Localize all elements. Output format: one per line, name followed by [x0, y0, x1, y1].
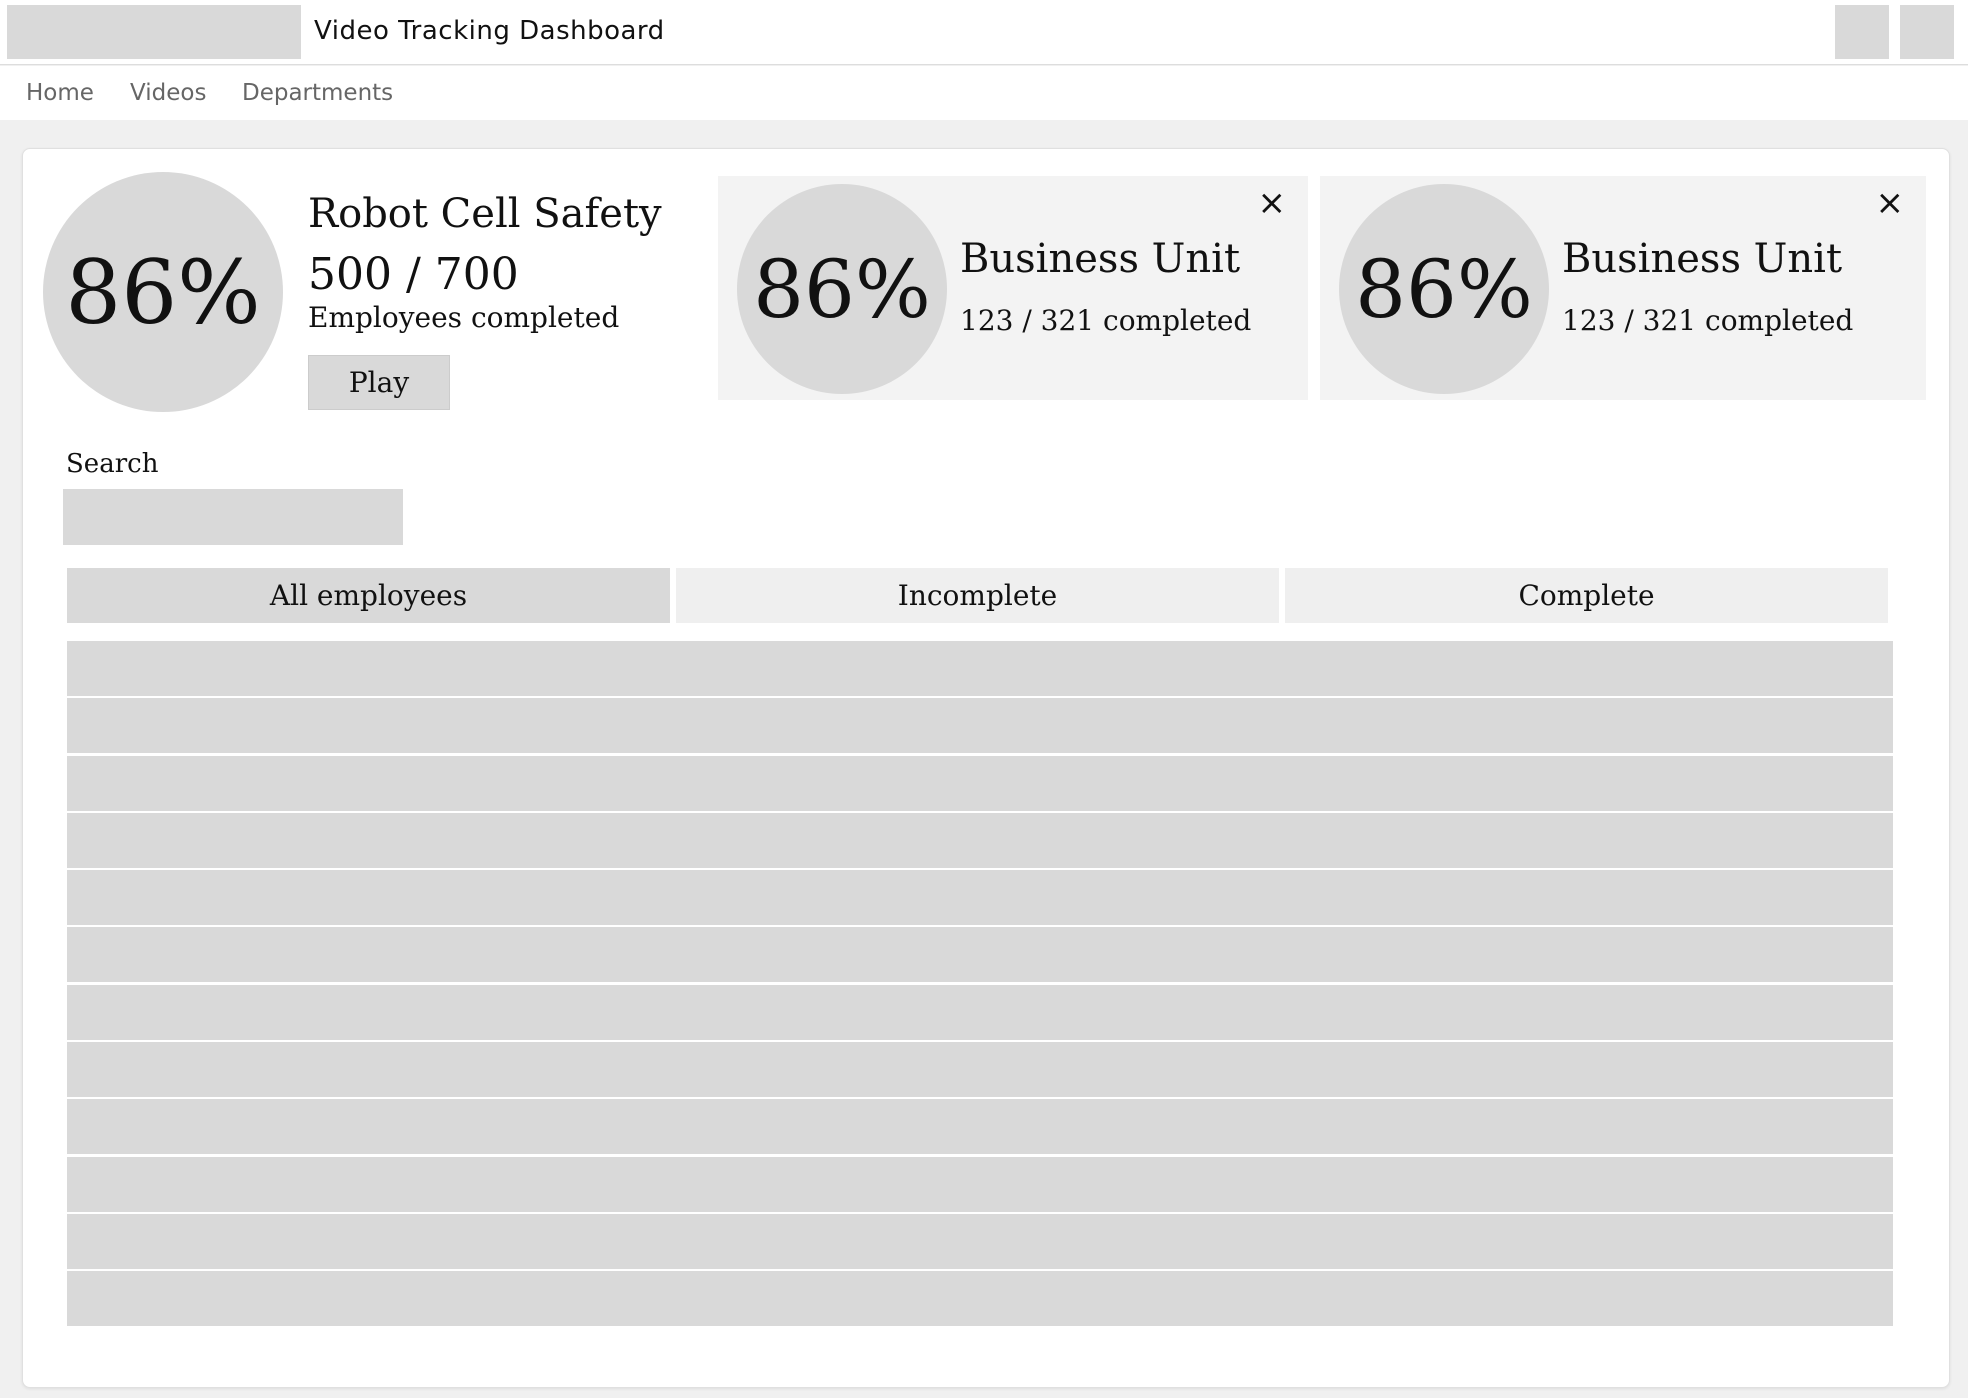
table-row[interactable] — [67, 927, 1893, 983]
filter-tabs: All employees Incomplete Complete — [67, 568, 1915, 623]
table-row[interactable] — [67, 870, 1893, 926]
completion-circle: 86% — [43, 172, 283, 412]
table-row[interactable] — [67, 812, 1893, 868]
table-row[interactable] — [67, 1156, 1893, 1212]
table-row[interactable] — [67, 984, 1893, 1040]
table-row[interactable] — [67, 1099, 1893, 1155]
tab-all-employees[interactable]: All employees — [67, 568, 670, 623]
header-user-button[interactable] — [1900, 5, 1954, 59]
completion-percent: 86% — [65, 240, 261, 344]
tab-incomplete[interactable]: Incomplete — [676, 568, 1279, 623]
employee-table — [67, 641, 1893, 1329]
close-icon[interactable]: × — [1876, 186, 1905, 220]
search-input[interactable] — [63, 489, 403, 545]
app-title: Video Tracking Dashboard — [314, 16, 665, 46]
business-unit-completed: 123 / 321 completed — [1562, 304, 1854, 337]
business-unit-completed: 123 / 321 completed — [960, 304, 1252, 337]
business-unit-card[interactable]: 86% Business Unit 123 / 321 completed × — [718, 176, 1308, 400]
table-row[interactable] — [67, 755, 1893, 811]
business-unit-circle: 86% — [737, 184, 947, 394]
top-bar: Video Tracking Dashboard — [0, 0, 1968, 65]
business-unit-name: Business Unit — [1562, 236, 1843, 282]
business-unit-circle: 86% — [1339, 184, 1549, 394]
completion-caption: Employees completed — [308, 301, 620, 334]
search-label: Search — [66, 449, 159, 479]
nav-bar: Home Videos Departments — [0, 66, 1968, 120]
video-name: Robot Cell Safety — [308, 191, 662, 237]
close-icon[interactable]: × — [1258, 186, 1287, 220]
dashboard-card: 86% Robot Cell Safety 500 / 700 Employee… — [22, 148, 1950, 1388]
nav-item-videos[interactable]: Videos — [130, 80, 206, 106]
table-row[interactable] — [67, 698, 1893, 754]
completion-count: 500 / 700 — [308, 249, 519, 300]
table-row[interactable] — [67, 1213, 1893, 1269]
play-button[interactable]: Play — [308, 355, 450, 410]
nav-item-home[interactable]: Home — [26, 80, 94, 106]
nav-item-departments[interactable]: Departments — [242, 80, 393, 106]
table-row[interactable] — [67, 1042, 1893, 1098]
logo-placeholder — [7, 5, 301, 59]
header-action-button[interactable] — [1835, 5, 1889, 59]
table-row[interactable] — [67, 641, 1893, 696]
business-unit-percent: 86% — [1355, 242, 1533, 336]
business-unit-card[interactable]: 86% Business Unit 123 / 321 completed × — [1320, 176, 1926, 400]
business-unit-name: Business Unit — [960, 236, 1241, 282]
business-unit-percent: 86% — [753, 242, 931, 336]
table-row[interactable] — [67, 1271, 1893, 1327]
tab-complete[interactable]: Complete — [1285, 568, 1888, 623]
